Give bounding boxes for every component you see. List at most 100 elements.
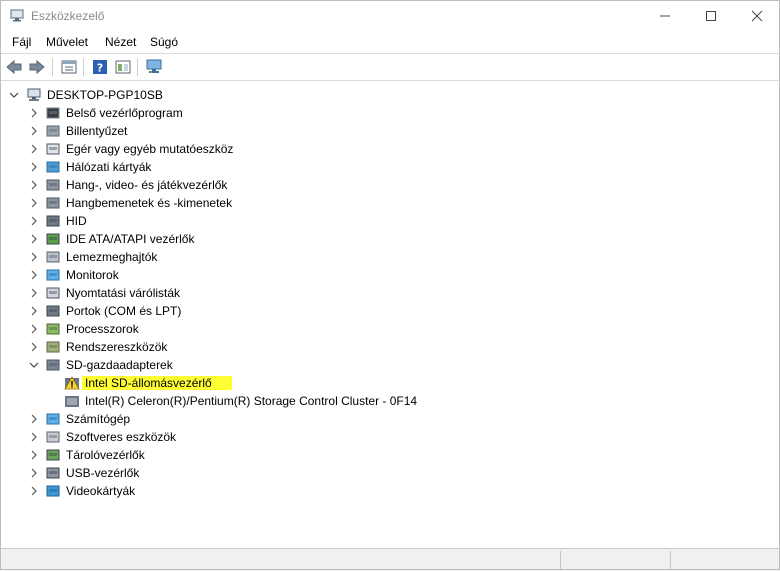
- chevron-right-icon[interactable]: [28, 248, 40, 266]
- tree-category-label: Processzorok: [66, 322, 139, 336]
- tree-category-item[interactable]: Videokártyák: [0, 482, 780, 500]
- tree-category-item[interactable]: Tárolóvezérlők: [0, 446, 780, 464]
- tree-category-item[interactable]: SD-gazdaadapterek: [0, 356, 780, 374]
- network-adapter-icon: [46, 161, 60, 173]
- chevron-right-icon[interactable]: [28, 428, 40, 446]
- chevron-right-icon[interactable]: [28, 104, 40, 122]
- svg-text:?: ?: [97, 62, 103, 75]
- chevron-right-icon[interactable]: [28, 194, 40, 212]
- view-button[interactable]: [113, 57, 133, 77]
- maximize-button[interactable]: [688, 0, 734, 31]
- sd-host-icon: [46, 359, 60, 371]
- tree-category-label: Belső vezérlőprogram: [66, 106, 183, 120]
- scan-hardware-button[interactable]: [144, 57, 164, 77]
- tree-category-item[interactable]: Egér vagy egyéb mutatóeszköz: [0, 140, 780, 158]
- forward-arrow-icon: [29, 59, 45, 75]
- chevron-right-icon[interactable]: [28, 266, 40, 284]
- back-button[interactable]: [4, 57, 24, 77]
- chevron-right-icon[interactable]: [28, 230, 40, 248]
- tree-category-item[interactable]: Billentyűzet: [0, 122, 780, 140]
- chevron-right-icon[interactable]: [28, 482, 40, 500]
- toolbar-bottom-separator: [0, 80, 780, 81]
- tree-category-item[interactable]: Monitorok: [0, 266, 780, 284]
- tree-root[interactable]: DESKTOP-PGP10SB: [0, 86, 780, 104]
- help-icon: ?: [93, 60, 107, 75]
- chevron-down-icon[interactable]: [8, 86, 20, 104]
- tree-category-label: Tárolóvezérlők: [66, 448, 145, 462]
- chevron-right-icon[interactable]: [28, 446, 40, 464]
- tree-category-item[interactable]: Nyomtatási várólisták: [0, 284, 780, 302]
- firmware-icon: [46, 107, 60, 119]
- tree-category-item[interactable]: Szoftveres eszközök: [0, 428, 780, 446]
- tree-child-item[interactable]: Intel(R) Celeron(R)/Pentium(R) Storage C…: [0, 392, 780, 410]
- tree-category-item[interactable]: Lemezmeghajtók: [0, 248, 780, 266]
- sound-icon: [46, 179, 60, 191]
- chevron-right-icon[interactable]: [28, 320, 40, 338]
- tree-category-item[interactable]: Rendszereszközök: [0, 338, 780, 356]
- device-manager-icon: [10, 9, 24, 22]
- tree-category-label: Rendszereszközök: [66, 340, 168, 354]
- chevron-right-icon[interactable]: [28, 140, 40, 158]
- properties-button[interactable]: [59, 57, 79, 77]
- close-button[interactable]: [734, 0, 780, 31]
- forward-button[interactable]: [27, 57, 47, 77]
- status-bar: [0, 548, 780, 571]
- tree-child-item[interactable]: Intel SD-állomásvezérlő: [0, 374, 780, 392]
- minimize-button[interactable]: [642, 0, 688, 31]
- tree-category-item[interactable]: Processzorok: [0, 320, 780, 338]
- chevron-right-icon[interactable]: [28, 338, 40, 356]
- status-pane: [560, 551, 671, 569]
- tree-category-item[interactable]: Belső vezérlőprogram: [0, 104, 780, 122]
- tree-category-item[interactable]: Hangbemenetek és -kimenetek: [0, 194, 780, 212]
- menu-action[interactable]: Művelet: [46, 35, 88, 49]
- chevron-down-icon[interactable]: [28, 356, 40, 374]
- toolbar: ?: [0, 54, 780, 80]
- chevron-right-icon[interactable]: [28, 158, 40, 176]
- computer-icon: [46, 413, 60, 425]
- maximize-icon: [706, 10, 716, 21]
- status-pane: [670, 551, 779, 569]
- tree-category-item[interactable]: Számítógép: [0, 410, 780, 428]
- tree-category-item[interactable]: IDE ATA/ATAPI vezérlők: [0, 230, 780, 248]
- tree-category-label: Egér vagy egyéb mutatóeszköz: [66, 142, 234, 156]
- warning-icon: [64, 376, 80, 390]
- tree-category-item[interactable]: Portok (COM és LPT): [0, 302, 780, 320]
- chevron-right-icon[interactable]: [28, 176, 40, 194]
- menu-file[interactable]: Fájl: [12, 35, 31, 49]
- tree-category-item[interactable]: USB-vezérlők: [0, 464, 780, 482]
- chevron-right-icon[interactable]: [28, 302, 40, 320]
- title-bar: Eszközkezelő: [0, 0, 780, 31]
- chevron-right-icon[interactable]: [28, 284, 40, 302]
- port-icon: [46, 305, 60, 317]
- toolbar-separator: [137, 58, 138, 76]
- chevron-right-icon[interactable]: [28, 122, 40, 140]
- tree-category-label: Monitorok: [66, 268, 119, 282]
- properties-icon: [61, 60, 77, 74]
- disk-drive-icon: [46, 251, 60, 263]
- close-icon: [751, 10, 763, 21]
- tree-category-label: IDE ATA/ATAPI vezérlők: [66, 232, 195, 246]
- minimize-icon: [660, 15, 670, 16]
- display-adapter-icon: [46, 485, 60, 497]
- chevron-right-icon[interactable]: [28, 212, 40, 230]
- tree-category-item[interactable]: Hálózati kártyák: [0, 158, 780, 176]
- window-title: Eszközkezelő: [31, 9, 105, 23]
- chevron-right-icon[interactable]: [28, 464, 40, 482]
- tree-category-label: Videokártyák: [66, 484, 136, 498]
- help-button[interactable]: ?: [90, 57, 110, 77]
- tree-category-item[interactable]: HID: [0, 212, 780, 230]
- printer-icon: [46, 287, 60, 299]
- mouse-icon: [46, 143, 60, 155]
- tree-child-label: Intel SD-állomásvezérlő: [82, 376, 232, 390]
- tree-category-label: Szoftveres eszközök: [66, 430, 177, 444]
- sd-host-icon: [65, 396, 79, 407]
- menu-help[interactable]: Súgó: [150, 35, 178, 49]
- chevron-right-icon[interactable]: [28, 410, 40, 428]
- menu-view[interactable]: Nézet: [105, 35, 136, 49]
- toolbar-separator: [52, 58, 53, 76]
- menu-bar: Fájl Művelet Nézet Súgó: [0, 31, 780, 53]
- device-tree: DESKTOP-PGP10SB Belső vezérlőprogram Bill…: [0, 83, 780, 545]
- tree-category-label: USB-vezérlők: [66, 466, 140, 480]
- tree-category-item[interactable]: Hang-, video- és játékvezérlők: [0, 176, 780, 194]
- tree-category-label: SD-gazdaadapterek: [66, 358, 173, 372]
